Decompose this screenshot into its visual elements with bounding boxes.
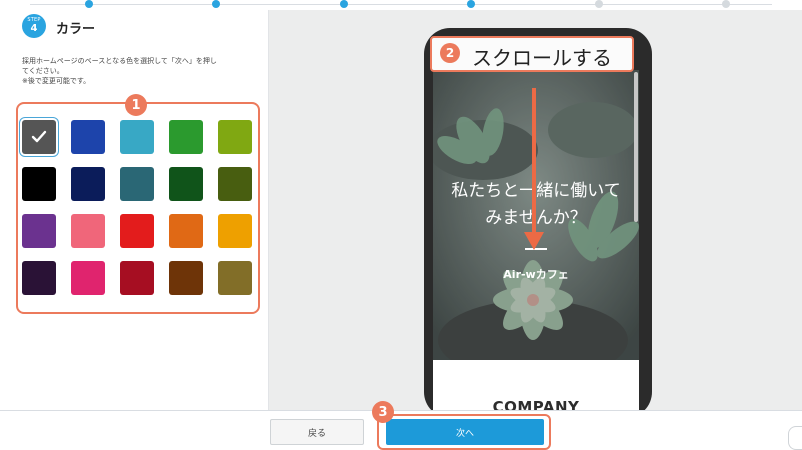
scroll-instruction-text: スクロールする bbox=[472, 46, 612, 70]
color-swatch[interactable] bbox=[71, 261, 105, 295]
instruction-line: 採用ホームページのベースとなる色を選択して「次へ」を押し bbox=[22, 57, 217, 65]
color-swatch[interactable] bbox=[120, 167, 154, 201]
color-swatch[interactable] bbox=[22, 261, 56, 295]
color-swatch[interactable] bbox=[169, 261, 203, 295]
callout-2: 2 bbox=[440, 43, 460, 63]
color-swatch[interactable] bbox=[169, 167, 203, 201]
stepper-progress bbox=[0, 0, 802, 10]
color-swatch[interactable] bbox=[120, 120, 154, 154]
color-swatch[interactable] bbox=[120, 214, 154, 248]
checkmark-icon bbox=[22, 120, 56, 154]
scroll-arrow-icon bbox=[524, 232, 544, 250]
color-swatch[interactable] bbox=[22, 120, 56, 154]
stepper-dot bbox=[212, 0, 220, 8]
color-swatch[interactable] bbox=[218, 167, 252, 201]
color-swatch[interactable] bbox=[169, 214, 203, 248]
stepper-dot bbox=[467, 0, 475, 8]
color-swatch[interactable] bbox=[71, 120, 105, 154]
instruction-line: ※後で変更可能です。 bbox=[22, 77, 91, 85]
instruction-line: てください。 bbox=[22, 67, 64, 75]
color-swatch[interactable] bbox=[218, 261, 252, 295]
instruction-text: 採用ホームページのベースとなる色を選択して「次へ」を押し てください。 ※後で変… bbox=[22, 56, 254, 86]
stepper-dot bbox=[340, 0, 348, 8]
preview-scrollbar[interactable] bbox=[634, 72, 638, 222]
stepper-line bbox=[30, 4, 772, 5]
callout-1: 1 bbox=[125, 94, 147, 116]
color-swatch[interactable] bbox=[218, 214, 252, 248]
hero-image: 私たちと一緒に働いて みませんか？ Air-wカフェ bbox=[433, 70, 639, 360]
next-button[interactable]: 次へ bbox=[386, 419, 544, 445]
callout-3: 3 bbox=[372, 401, 394, 423]
color-swatch[interactable] bbox=[71, 214, 105, 248]
stepper-dot bbox=[595, 0, 603, 8]
color-swatch[interactable] bbox=[22, 214, 56, 248]
stepper-dot bbox=[85, 0, 93, 8]
color-swatch[interactable] bbox=[22, 167, 56, 201]
scroll-instruction-label: 2 スクロールする bbox=[430, 36, 634, 72]
color-swatch[interactable] bbox=[169, 120, 203, 154]
step-badge-number: 4 bbox=[30, 23, 38, 34]
hero-headline: 私たちと一緒に働いて みませんか？ bbox=[433, 178, 639, 232]
scroll-arrow-shaft bbox=[532, 88, 536, 238]
section-title: カラー bbox=[56, 22, 96, 37]
back-button[interactable]: 戻る bbox=[270, 419, 364, 445]
help-tab-icon[interactable] bbox=[788, 426, 802, 450]
color-swatch[interactable] bbox=[71, 167, 105, 201]
hero-headline-line: みませんか？ bbox=[485, 208, 587, 228]
stepper-dot bbox=[722, 0, 730, 8]
color-swatch[interactable] bbox=[218, 120, 252, 154]
hero-headline-line: 私たちと一緒に働いて bbox=[451, 181, 621, 201]
step-badge: STEP 4 bbox=[22, 14, 46, 38]
color-swatch[interactable] bbox=[120, 261, 154, 295]
hero-brand-name: Air-wカフェ bbox=[503, 268, 569, 281]
company-heading: COMPANY bbox=[492, 398, 580, 410]
